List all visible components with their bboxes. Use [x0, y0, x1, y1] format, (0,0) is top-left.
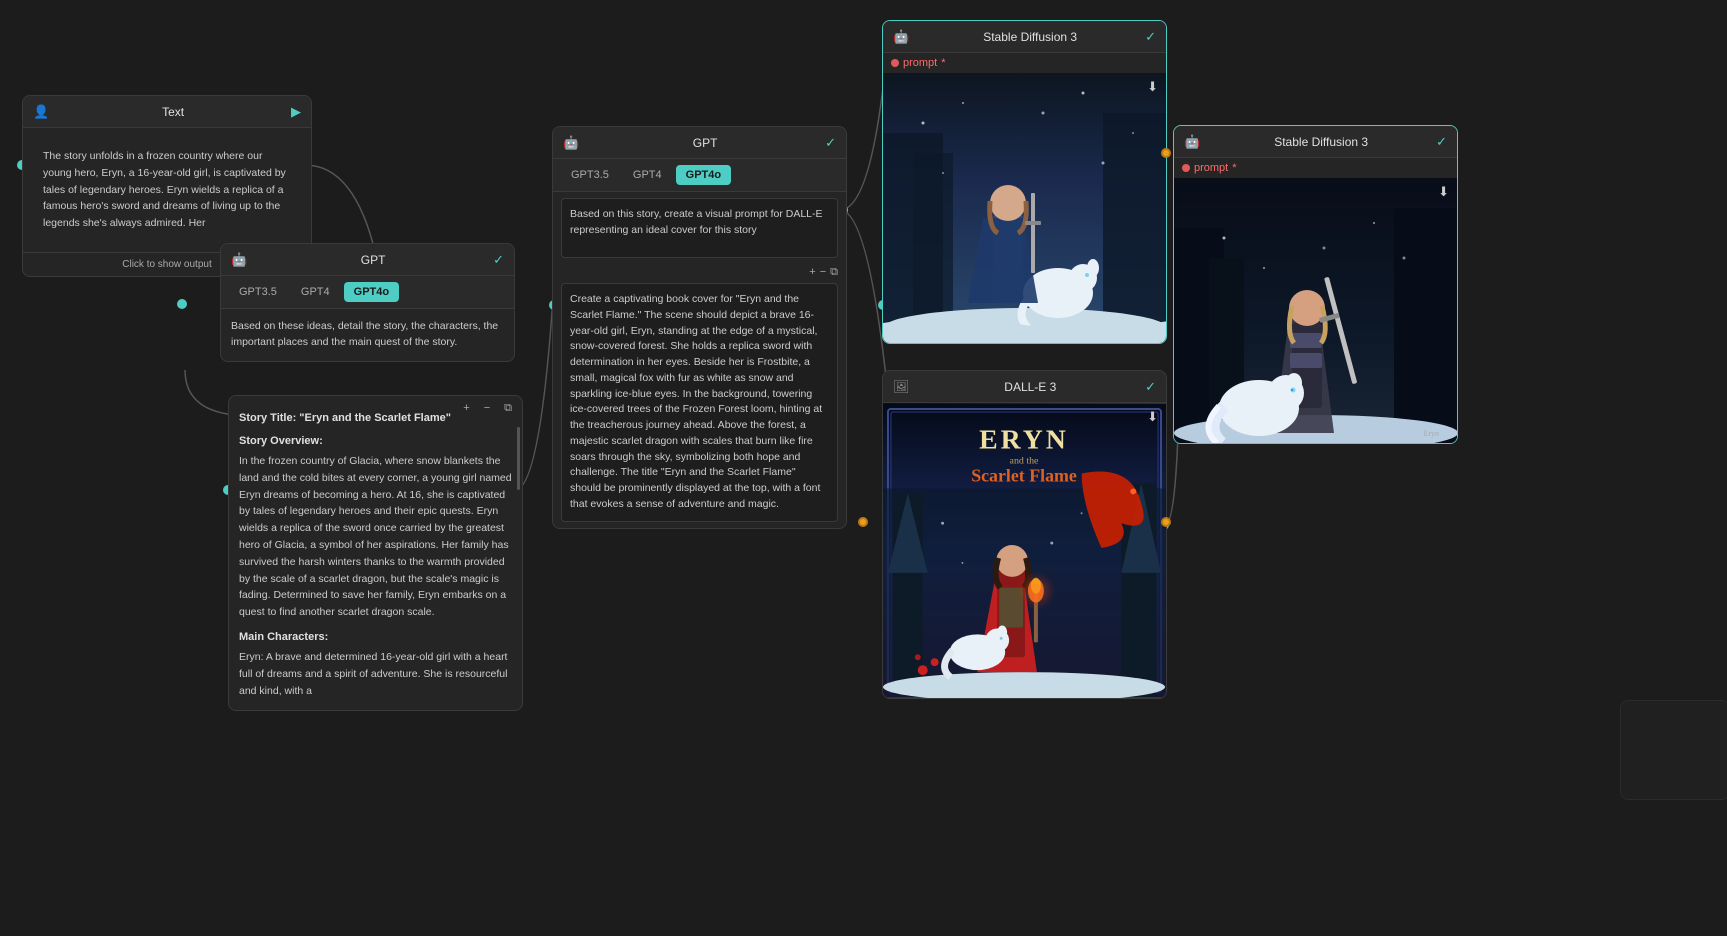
- sd-right-download[interactable]: ⬇: [1438, 184, 1449, 200]
- min-icon[interactable]: −: [480, 400, 494, 417]
- sd-right-check: ✓: [1436, 134, 1447, 150]
- svg-text:ERYN: ERYN: [979, 425, 1069, 456]
- sd-top-image: ⬇: [883, 73, 1166, 343]
- text-node-title: Text: [55, 105, 291, 119]
- dalle-check: ✓: [1145, 379, 1156, 395]
- check-icon-center: ✓: [825, 135, 836, 151]
- dalle-illustration: ERYN and the Scarlet Flame: [883, 403, 1166, 698]
- dalle-image-container: ⬇ ERYN: [883, 403, 1166, 698]
- story-overview-text: In the frozen country of Glacia, where s…: [239, 453, 512, 629]
- sd-right-header: 🤖 Stable Diffusion 3 ✓: [1174, 126, 1457, 158]
- gpt-center-output: Create a captivating book cover for "Ery…: [561, 283, 838, 522]
- gpt-center-prompt-input[interactable]: Based on this story, create a visual pro…: [561, 198, 838, 258]
- sd-top-illustration: [883, 73, 1166, 343]
- sd-top-icon: 🤖: [893, 29, 909, 45]
- sd-top-asterisk: *: [941, 57, 945, 69]
- gpt-left-header: 🤖 GPT ✓: [221, 244, 514, 276]
- gpt-center-title: GPT: [585, 136, 825, 150]
- robot-icon: 👤: [33, 104, 49, 120]
- scroll-indicator[interactable]: [517, 427, 520, 490]
- sd-right-prompt-label: prompt *: [1174, 158, 1457, 178]
- bottom-right-partial-node: [1620, 700, 1727, 800]
- svg-text:Scarlet Flame: Scarlet Flame: [971, 465, 1077, 485]
- sd-top-prompt-text: prompt: [903, 57, 937, 69]
- sd-top-prompt-label: prompt *: [883, 53, 1166, 73]
- edge-dot-3: [1161, 148, 1171, 158]
- gpt-left-tabs: GPT3.5 GPT4 GPT4o: [221, 276, 514, 309]
- text-node-body: The story unfolds in a frozen country wh…: [23, 128, 311, 252]
- stable-diffusion-top-node: 🤖 Stable Diffusion 3 ✓ prompt * ⬇: [882, 20, 1167, 344]
- dalle-title: DALL-E 3: [916, 380, 1146, 394]
- edge-dot-1: [858, 517, 868, 527]
- story-characters-label: Main Characters:: [239, 629, 512, 646]
- robot-icon-center: 🤖: [563, 135, 579, 151]
- sd-top-check: ✓: [1145, 29, 1156, 45]
- add-icon[interactable]: +: [459, 400, 473, 417]
- sd-right-prompt-text: prompt: [1194, 162, 1228, 174]
- check-icon-left: ✓: [493, 252, 504, 268]
- add-btn[interactable]: +: [809, 266, 815, 279]
- sd-top-download[interactable]: ⬇: [1147, 79, 1158, 95]
- gpt-node-left: 🤖 GPT ✓ GPT3.5 GPT4 GPT4o Based on these…: [220, 243, 515, 362]
- min-btn[interactable]: −: [820, 266, 826, 279]
- tab-gpt4o-left[interactable]: GPT4o: [344, 282, 399, 302]
- robot-icon-left: 🤖: [231, 252, 247, 268]
- gpt-center-header: 🤖 GPT ✓: [553, 127, 846, 159]
- svg-text:Eryn: Eryn: [1423, 429, 1439, 438]
- gpt-center-tabs: GPT3.5 GPT4 GPT4o: [553, 159, 846, 192]
- story-node-body: Story Title: "Eryn and the Scarlet Flame…: [229, 396, 522, 710]
- story-node-toolbar: + − ⧉: [459, 400, 516, 417]
- tab-gpt4o-center[interactable]: GPT4o: [676, 165, 731, 185]
- tab-gpt35-center[interactable]: GPT3.5: [561, 165, 619, 185]
- dalle-node: 🖼 DALL-E 3 ✓ ⬇: [882, 370, 1167, 699]
- text-node-content: The story unfolds in a frozen country wh…: [33, 138, 301, 242]
- story-overview-label: Story Overview:: [239, 433, 512, 450]
- play-icon[interactable]: ▶: [291, 104, 301, 120]
- sd-top-title: Stable Diffusion 3: [915, 30, 1145, 44]
- copy-btn[interactable]: ⧉: [830, 266, 838, 279]
- story-node: + − ⧉ Story Title: "Eryn and the Scarlet…: [228, 395, 523, 711]
- sd-right-illustration: Eryn: [1174, 178, 1457, 443]
- dalle-header: 🖼 DALL-E 3 ✓: [883, 371, 1166, 403]
- edge-dot-2: [1161, 517, 1171, 527]
- gpt-left-prompt: Based on these ideas, detail the story, …: [231, 319, 504, 351]
- sd-right-asterisk: *: [1232, 162, 1236, 174]
- sd-top-header: 🤖 Stable Diffusion 3 ✓: [883, 21, 1166, 53]
- gpt-center-output-toolbar: + − ⧉: [553, 264, 846, 283]
- sd-right-title: Stable Diffusion 3: [1206, 135, 1436, 149]
- gpt-left-title: GPT: [253, 253, 493, 267]
- sd-right-image: ⬇: [1174, 178, 1457, 443]
- sd-right-prompt-dot: [1182, 164, 1190, 172]
- tab-gpt4-left[interactable]: GPT4: [291, 282, 340, 302]
- stable-diffusion-right-node: 🤖 Stable Diffusion 3 ✓ prompt * ⬇: [1173, 125, 1458, 444]
- sd-right-icon: 🤖: [1184, 134, 1200, 150]
- dalle-icon: 🖼: [893, 379, 910, 395]
- tab-gpt4-center[interactable]: GPT4: [623, 165, 672, 185]
- gpt-node-center: 🤖 GPT ✓ GPT3.5 GPT4 GPT4o Based on this …: [552, 126, 847, 529]
- sd-top-prompt-dot: [891, 59, 899, 67]
- canvas: 👤 Text ▶ The story unfolds in a frozen c…: [0, 0, 1727, 936]
- story-character1: Eryn: A brave and determined 16-year-old…: [239, 649, 512, 699]
- dalle-download[interactable]: ⬇: [1147, 409, 1158, 425]
- gpt-left-body: Based on these ideas, detail the story, …: [221, 309, 514, 361]
- copy-icon[interactable]: ⧉: [500, 400, 516, 417]
- text-node-header: 👤 Text ▶: [23, 96, 311, 128]
- tab-gpt35-left[interactable]: GPT3.5: [229, 282, 287, 302]
